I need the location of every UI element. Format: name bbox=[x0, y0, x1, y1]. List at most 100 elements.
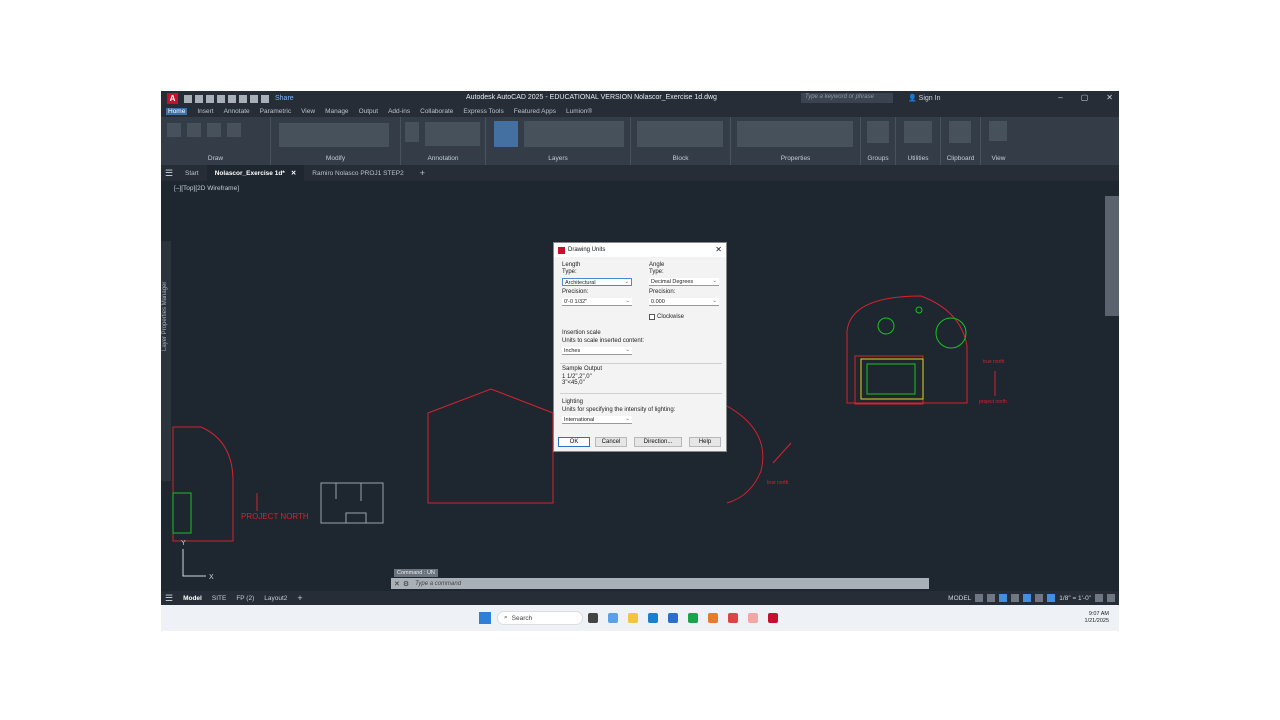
taskbar-search[interactable]: ⌕ Search bbox=[497, 611, 583, 625]
tab-home[interactable]: Home bbox=[166, 108, 188, 115]
properties-panel-label[interactable]: Properties bbox=[731, 155, 860, 162]
undo-icon[interactable] bbox=[250, 94, 258, 103]
minimize-icon[interactable]: – bbox=[1058, 93, 1062, 102]
angle-type-select[interactable]: Decimal Degrees bbox=[649, 277, 719, 286]
new-tab-icon[interactable]: + bbox=[412, 165, 433, 181]
length-precision-select[interactable]: 0'-0 1/32" bbox=[562, 297, 632, 306]
clockwise-check-box[interactable] bbox=[649, 314, 655, 320]
text-icon[interactable] bbox=[405, 122, 419, 142]
open-icon[interactable] bbox=[195, 94, 203, 103]
sign-in-button[interactable]: 👤 Sign In bbox=[908, 94, 940, 102]
share-button[interactable]: Share bbox=[275, 95, 294, 102]
windows-start-icon[interactable] bbox=[479, 612, 491, 624]
tab-featured-apps[interactable]: Featured Apps bbox=[514, 108, 556, 115]
close-tab-icon[interactable]: ✕ bbox=[291, 169, 296, 177]
group-icon[interactable] bbox=[867, 121, 889, 143]
ok-button[interactable]: OK bbox=[558, 437, 590, 447]
tab-view[interactable]: View bbox=[301, 108, 315, 115]
menu-icon[interactable]: ☰ bbox=[161, 168, 177, 179]
tab-manage[interactable]: Manage bbox=[325, 108, 349, 115]
clockwise-checkbox[interactable]: Clockwise bbox=[649, 314, 684, 320]
snap-icon[interactable] bbox=[987, 594, 996, 602]
tab-lumion[interactable]: Lumion® bbox=[566, 108, 592, 115]
arc-icon[interactable] bbox=[227, 123, 241, 137]
new-icon[interactable] bbox=[184, 94, 192, 103]
keyword-search-input[interactable]: Type a keyword or phrase bbox=[801, 93, 893, 103]
annotation-scale-label[interactable]: 1/8" = 1'-0" bbox=[1059, 595, 1091, 602]
line-icon[interactable] bbox=[167, 123, 181, 137]
tab-start[interactable]: Start bbox=[177, 165, 207, 181]
polar-icon[interactable] bbox=[1011, 594, 1020, 602]
view-icon[interactable] bbox=[989, 121, 1007, 141]
insertion-scale-select[interactable]: Inches bbox=[562, 346, 632, 355]
model-space-label[interactable]: MODEL bbox=[948, 595, 971, 602]
modify-panel-label[interactable]: Modify bbox=[271, 155, 400, 162]
insert-block-icon[interactable] bbox=[637, 121, 723, 147]
clipboard-panel-label[interactable]: Clipboard bbox=[941, 155, 980, 162]
lineweight-icon[interactable] bbox=[1035, 594, 1044, 602]
tab-add-ins[interactable]: Add-ins bbox=[388, 108, 410, 115]
polyline-icon[interactable] bbox=[187, 123, 201, 137]
viewport-controls[interactable]: [–][Top][2D Wireframe] bbox=[174, 185, 239, 192]
save-as-icon[interactable] bbox=[217, 94, 225, 103]
groups-panel-label[interactable]: Groups bbox=[861, 155, 895, 162]
app-icon[interactable] bbox=[688, 613, 698, 623]
annotation-scale-icon[interactable] bbox=[1047, 594, 1056, 602]
measure-icon[interactable] bbox=[904, 121, 932, 143]
maximize-icon[interactable]: ▢ bbox=[1081, 93, 1089, 102]
tab-output[interactable]: Output bbox=[359, 108, 379, 115]
file-explorer-icon[interactable] bbox=[628, 613, 638, 623]
plot-icon[interactable] bbox=[239, 94, 247, 103]
layers-panel-label[interactable]: Layers bbox=[486, 155, 630, 162]
save-icon[interactable] bbox=[206, 94, 214, 103]
help-button[interactable]: Help bbox=[689, 437, 721, 447]
tab-parametric[interactable]: Parametric bbox=[260, 108, 291, 115]
system-clock[interactable]: 9:07 AM 1/21/2025 bbox=[1085, 611, 1109, 625]
command-input[interactable]: Type a command bbox=[409, 581, 929, 587]
recording-app-icon[interactable] bbox=[748, 613, 758, 623]
block-panel-label[interactable]: Block bbox=[631, 155, 730, 162]
command-close-icon[interactable]: ✕ bbox=[391, 580, 403, 588]
properties-controls-icon[interactable] bbox=[737, 121, 853, 147]
chrome-icon[interactable] bbox=[728, 613, 738, 623]
workspace-icon[interactable] bbox=[1095, 594, 1103, 602]
close-icon[interactable]: ✕ bbox=[1106, 93, 1113, 102]
paste-icon[interactable] bbox=[949, 121, 971, 143]
tab-nolascor-exercise[interactable]: Nolascor_Exercise 1d* ✕ bbox=[206, 165, 305, 181]
customize-icon[interactable] bbox=[1107, 594, 1115, 602]
autocad-taskbar-icon[interactable] bbox=[768, 613, 778, 623]
web-mobile-icon[interactable] bbox=[228, 94, 236, 103]
tab-model[interactable]: Model bbox=[183, 595, 202, 602]
tab-layout2[interactable]: Layout2 bbox=[264, 595, 287, 602]
angle-precision-select[interactable]: 0.000 bbox=[649, 297, 719, 306]
firefox-icon[interactable] bbox=[708, 613, 718, 623]
tab-insert[interactable]: Insert bbox=[197, 108, 213, 115]
lighting-select[interactable]: International bbox=[562, 415, 632, 424]
tab-site[interactable]: SITE bbox=[212, 595, 226, 602]
osnap-icon[interactable] bbox=[1023, 594, 1032, 602]
dialog-close-icon[interactable]: ✕ bbox=[715, 245, 722, 254]
dimension-icon[interactable] bbox=[425, 122, 480, 146]
modify-tools-icon[interactable] bbox=[279, 123, 389, 147]
tab-ramiro-proj1[interactable]: Ramiro Nolasco PROJ1 STEP2 bbox=[304, 165, 411, 181]
redo-icon[interactable] bbox=[261, 94, 269, 103]
tab-express-tools[interactable]: Express Tools bbox=[463, 108, 503, 115]
draw-panel-label[interactable]: Draw bbox=[161, 155, 270, 162]
grid-icon[interactable] bbox=[975, 594, 984, 602]
tab-collaborate[interactable]: Collaborate bbox=[420, 108, 453, 115]
length-type-select[interactable]: Architectural bbox=[562, 278, 632, 286]
tab-annotate[interactable]: Annotate bbox=[224, 108, 250, 115]
utilities-panel-label[interactable]: Utilities bbox=[896, 155, 940, 162]
direction-button[interactable]: Direction... bbox=[634, 437, 682, 447]
annotation-panel-label[interactable]: Annotation bbox=[401, 155, 485, 162]
store-icon[interactable] bbox=[668, 613, 678, 623]
cancel-button[interactable]: Cancel bbox=[595, 437, 627, 447]
new-layout-icon[interactable]: + bbox=[297, 593, 302, 603]
navigation-bar[interactable] bbox=[1105, 196, 1119, 316]
circle-icon[interactable] bbox=[207, 123, 221, 137]
view-panel-label[interactable]: View bbox=[981, 155, 1016, 162]
layer-properties-palette[interactable]: Layer Properties Manager bbox=[161, 241, 171, 481]
layout-menu-icon[interactable]: ☰ bbox=[165, 593, 173, 604]
tab-fp2[interactable]: FP (2) bbox=[236, 595, 254, 602]
ortho-icon[interactable] bbox=[999, 594, 1008, 602]
